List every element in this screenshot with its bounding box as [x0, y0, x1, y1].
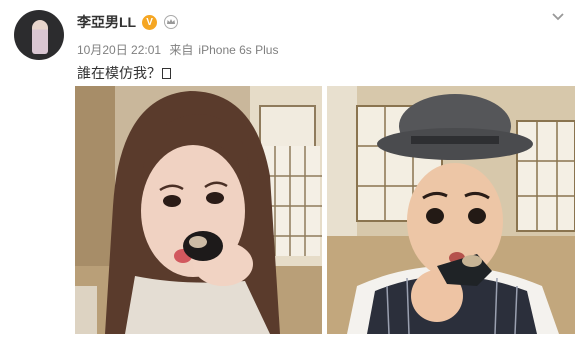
post-text-content: 誰在模仿我？	[77, 65, 161, 81]
post-header: 李亞男LL V	[77, 12, 179, 32]
post-text: 誰在模仿我？	[77, 63, 171, 83]
post-timestamp[interactable]: 10月20日 22:01	[77, 43, 161, 57]
selfie-man-illustration	[327, 86, 575, 334]
selfie-woman-photo[interactable]	[75, 86, 322, 334]
username-link[interactable]: 李亞男LL	[77, 12, 136, 32]
emoji-placeholder-icon	[162, 68, 171, 79]
selfie-woman-illustration	[75, 86, 322, 334]
chevron-down-icon[interactable]	[551, 12, 565, 22]
avatar-figure	[32, 20, 48, 54]
avatar[interactable]	[14, 10, 64, 60]
source-prefix: 来自	[169, 43, 194, 57]
post-meta: 10月20日 22:01 来自 iPhone 6s Plus	[77, 41, 283, 58]
crown-icon[interactable]	[163, 15, 179, 29]
selfie-man-photo[interactable]	[327, 86, 575, 334]
source-device-link[interactable]: iPhone 6s Plus	[198, 43, 278, 57]
verified-badge-icon[interactable]: V	[142, 14, 158, 30]
